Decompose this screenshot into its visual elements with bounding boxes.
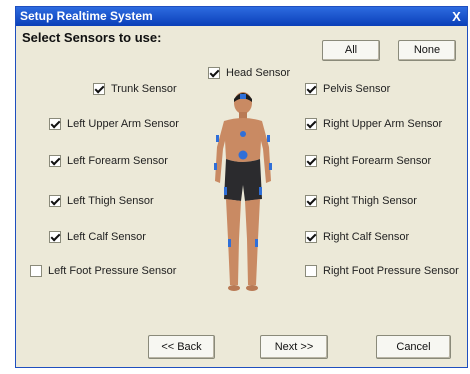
right-forearm-sensor-label: Right Forearm Sensor	[323, 155, 432, 167]
window-title: Setup Realtime System	[20, 9, 153, 23]
back-button[interactable]: << Back	[148, 335, 215, 359]
left-upper-arm-sensor-checkbox[interactable]	[49, 118, 61, 130]
right-forearm-sensor-marker	[269, 163, 272, 170]
figure-right-foot	[246, 285, 258, 291]
right-upper-arm-sensor-label: Right Upper Arm Sensor	[323, 118, 443, 130]
figure-shorts	[224, 159, 262, 201]
title-bar[interactable]: Setup Realtime System X	[16, 7, 467, 26]
left-forearm-sensor-label: Left Forearm Sensor	[67, 155, 168, 167]
close-icon[interactable]: X	[449, 9, 464, 24]
figure-neck	[239, 112, 247, 119]
select-sensors-heading: Select Sensors to use:	[22, 30, 162, 45]
right-thigh-sensor-option[interactable]: Right Thigh Sensor	[305, 193, 417, 209]
figure-left-foot	[228, 285, 240, 291]
head-sensor-label: Head Sensor	[226, 67, 291, 79]
left-calf-sensor-label: Left Calf Sensor	[67, 231, 146, 243]
head-sensor-option[interactable]: Head Sensor	[208, 65, 290, 81]
trunk-sensor-marker	[240, 131, 246, 137]
right-thigh-sensor-label: Right Thigh Sensor	[323, 195, 417, 207]
left-forearm-sensor-marker	[214, 163, 217, 170]
right-foot-pressure-sensor-option[interactable]: Right Foot Pressure Sensor	[305, 263, 459, 279]
right-calf-sensor-checkbox[interactable]	[305, 231, 317, 243]
left-upper-arm-sensor-option[interactable]: Left Upper Arm Sensor	[49, 116, 179, 132]
left-thigh-sensor-checkbox[interactable]	[49, 195, 61, 207]
left-calf-sensor-option[interactable]: Left Calf Sensor	[49, 229, 146, 245]
right-thigh-sensor-marker	[259, 187, 262, 195]
trunk-sensor-checkbox[interactable]	[93, 83, 105, 95]
left-thigh-sensor-label: Left Thigh Sensor	[67, 195, 154, 207]
setup-realtime-dialog: Setup Realtime System X Select Sensors t…	[15, 6, 468, 368]
left-forearm-sensor-option[interactable]: Left Forearm Sensor	[49, 153, 168, 169]
right-forearm-sensor-option[interactable]: Right Forearm Sensor	[305, 153, 431, 169]
left-upper-arm-sensor-marker	[216, 135, 219, 142]
right-forearm-sensor-checkbox[interactable]	[305, 155, 317, 167]
right-foot-pressure-sensor-label: Right Foot Pressure Sensor	[323, 265, 459, 277]
left-thigh-sensor-marker	[224, 187, 227, 195]
left-thigh-sensor-option[interactable]: Left Thigh Sensor	[49, 193, 154, 209]
cancel-button[interactable]: Cancel	[376, 335, 451, 359]
right-upper-arm-sensor-option[interactable]: Right Upper Arm Sensor	[305, 116, 442, 132]
left-calf-sensor-checkbox[interactable]	[49, 231, 61, 243]
left-foot-pressure-sensor-label: Left Foot Pressure Sensor	[48, 265, 177, 277]
right-upper-arm-sensor-checkbox[interactable]	[305, 118, 317, 130]
pelvis-sensor-label: Pelvis Sensor	[323, 83, 391, 95]
head-sensor-checkbox[interactable]	[208, 67, 220, 79]
right-foot-pressure-sensor-checkbox[interactable]	[305, 265, 317, 277]
right-calf-sensor-option[interactable]: Right Calf Sensor	[305, 229, 409, 245]
left-upper-arm-sensor-label: Left Upper Arm Sensor	[67, 118, 179, 130]
all-button[interactable]: All	[322, 40, 380, 61]
next-button[interactable]: Next >>	[260, 335, 328, 359]
left-foot-pressure-sensor-option[interactable]: Left Foot Pressure Sensor	[30, 263, 176, 279]
pelvis-sensor-checkbox[interactable]	[305, 83, 317, 95]
pelvis-sensor-option[interactable]: Pelvis Sensor	[305, 81, 390, 97]
right-upper-arm-sensor-marker	[267, 135, 270, 142]
right-thigh-sensor-checkbox[interactable]	[305, 195, 317, 207]
none-button[interactable]: None	[398, 40, 456, 61]
trunk-sensor-option[interactable]: Trunk Sensor	[93, 81, 177, 97]
right-calf-sensor-marker	[255, 239, 258, 247]
left-foot-pressure-sensor-checkbox[interactable]	[30, 265, 42, 277]
left-calf-sensor-marker	[228, 239, 231, 247]
pelvis-sensor-marker	[238, 150, 248, 160]
head-sensor-marker	[240, 94, 246, 99]
right-calf-sensor-label: Right Calf Sensor	[323, 231, 410, 243]
left-forearm-sensor-checkbox[interactable]	[49, 155, 61, 167]
human-body-figure	[214, 92, 272, 291]
trunk-sensor-label: Trunk Sensor	[111, 83, 177, 95]
